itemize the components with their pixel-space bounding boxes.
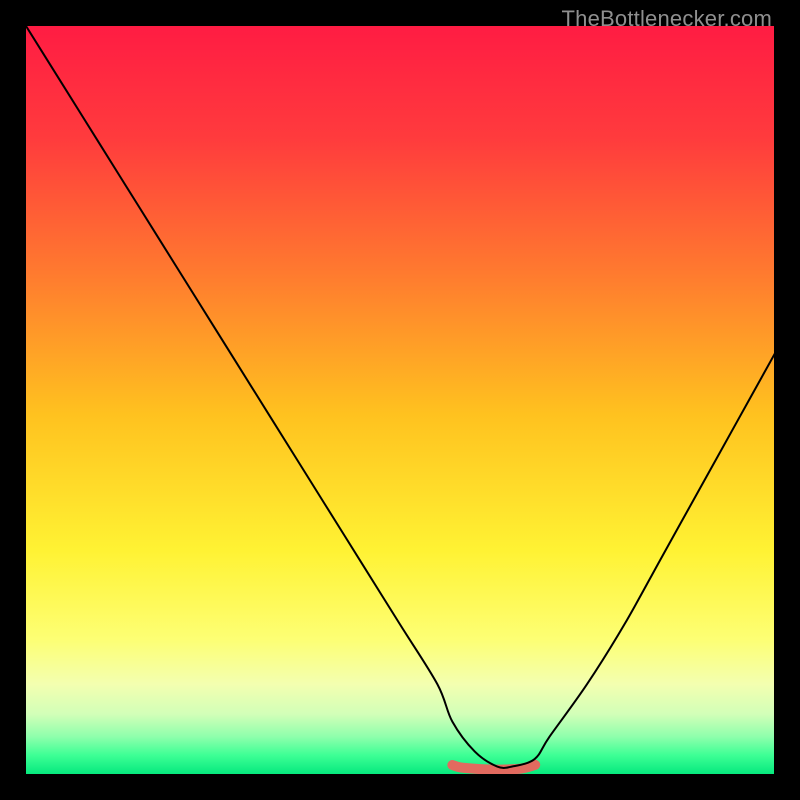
- curve-line: [26, 26, 774, 768]
- chart-frame: TheBottlenecker.com: [0, 0, 800, 800]
- watermark-text: TheBottlenecker.com: [562, 6, 772, 32]
- bottleneck-curve: [26, 26, 774, 774]
- plot-area: [26, 26, 774, 774]
